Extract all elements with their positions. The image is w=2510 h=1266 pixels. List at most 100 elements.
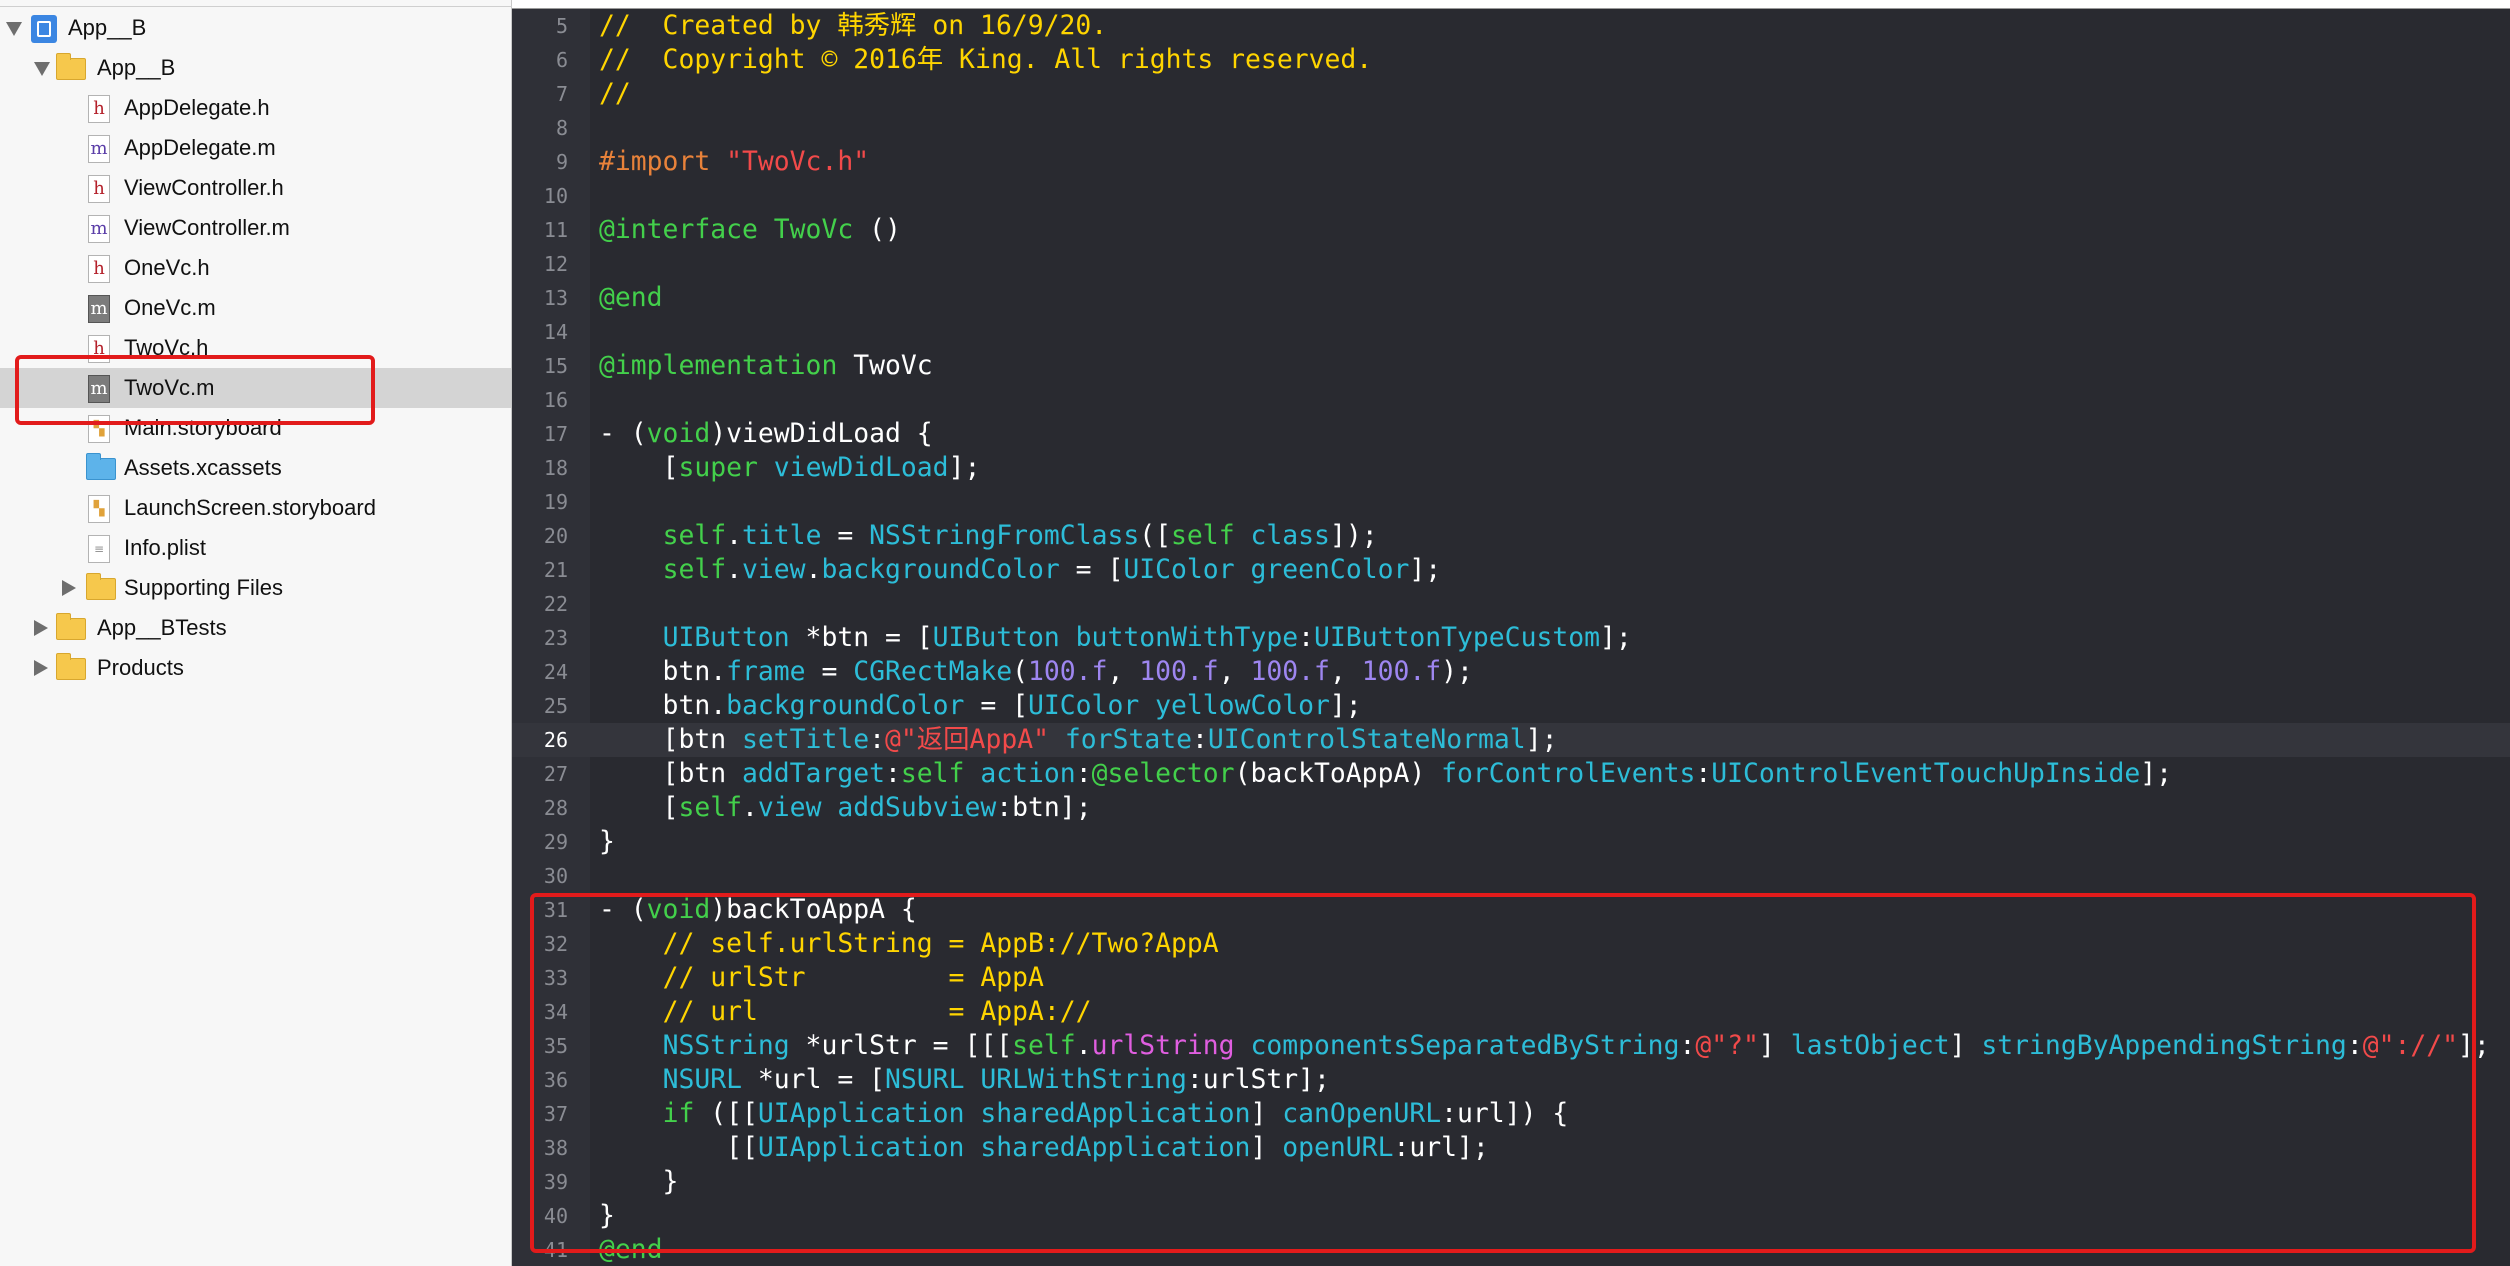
tree-item-label: App__B [97,55,176,80]
code-line[interactable]: 17 - (void)viewDidLoad { [512,417,2510,451]
line-number: 17 [543,422,568,446]
code-line[interactable]: 9 #import "TwoVc.h" [512,145,2510,179]
code-token: :btn]; [996,792,1092,823]
code-line[interactable]: 26 [btn setTitle:@"返回AppA" forState:UICo… [512,723,2510,757]
code-token: addTarget [742,758,885,789]
code-line[interactable]: 29} [512,825,2510,859]
code-line[interactable]: 8 [512,111,2510,145]
objc-file-icon: m [88,135,110,163]
code-token: // Copyright © 2016年 King. All rights re… [599,44,1373,75]
code-line[interactable]: 22 [512,587,2510,621]
tree-row[interactable]: Supporting Files [0,568,511,608]
header-file-icon: h [88,175,110,203]
disclosure-open-icon[interactable] [34,62,50,76]
tree-row[interactable]: m OneVc.m [0,288,511,328]
code-line[interactable]: 14 [512,315,2510,349]
code-token: self [1171,520,1235,551]
code-token: forState [1064,724,1193,755]
method-annotation-box [530,893,2476,1253]
code-text: // Copyright © 2016年 King. All rights re… [599,43,1372,77]
tree-row[interactable]: Assets.xcassets [0,448,511,488]
line-number: 18 [543,456,568,480]
code-text: btn.frame = CGRectMake(100.f, 100.f, 100… [599,655,1473,689]
tree-row[interactable]: ≡ Info.plist [0,528,511,568]
disclosure-closed-icon[interactable] [62,580,76,596]
line-number: 27 [543,762,568,786]
code-line[interactable]: 27 [btn addTarget:self action:@selector(… [512,757,2510,791]
code-token: // Created by 韩秀辉 on 16/9/20. [599,10,1108,41]
code-line[interactable]: 30 [512,859,2510,893]
code-line[interactable]: 6 // Copyright © 2016年 King. All rights r… [512,43,2510,77]
code-token: )viewDidLoad { [710,418,933,449]
code-text: - (void)viewDidLoad { [599,417,933,451]
code-line[interactable]: 10 [512,179,2510,213]
code-editor[interactable]: 5 // Created by 韩秀辉 on 16/9/20. 6 // Copyri… [512,0,2510,1266]
line-number: 16 [543,388,568,412]
disclosure-closed-icon[interactable] [34,660,48,676]
code-token: self [662,554,727,585]
code-line[interactable]: 19 [512,485,2510,519]
line-number: 25 [543,694,568,718]
code-text: [btn setTitle:@"返回AppA" forState:UIContr… [599,723,1558,757]
line-number: 13 [543,286,568,310]
code-token: (backToAppA) [1234,758,1442,789]
tree-row[interactable]: h ViewController.h [0,168,511,208]
code-line[interactable]: 11 @interface TwoVc () [512,213,2510,247]
storyboard-icon: ▚ [88,495,110,523]
tree-row[interactable]: App__B [0,48,511,88]
code-token: NSStringFromClass [869,520,1140,551]
tree-row[interactable]: h OneVc.h [0,248,511,288]
code-line[interactable]: 15 @implementation TwoVc [512,349,2510,383]
tree-item-label: App__BTests [97,615,227,640]
tree-row[interactable]: h AppDelegate.h [0,88,511,128]
code-line[interactable]: 28 [self.view addSubview:btn]; [512,791,2510,825]
code-token: view [757,792,822,823]
code-text: [btn addTarget:self action:@selector(bac… [599,757,2172,791]
code-line[interactable]: 5 // Created by 韩秀辉 on 16/9/20. [512,9,2510,43]
line-number: 8 [555,116,568,140]
code-token: btn. [599,656,727,687]
code-token: , [1329,656,1362,687]
tree-row[interactable]: m ViewController.m [0,208,511,248]
code-text: // [599,77,631,111]
code-line[interactable]: 24 btn.frame = CGRectMake(100.f, 100.f, … [512,655,2510,689]
code-line[interactable]: 13 @end [512,281,2510,315]
line-number: 28 [543,796,568,820]
tree-item-label: Assets.xcassets [124,455,282,480]
code-token: 100.f [1139,656,1219,687]
line-number: 23 [543,626,568,650]
code-token: : [885,758,901,789]
code-token: title [742,520,822,551]
code-text: // Created by 韩秀辉 on 16/9/20. [599,9,1107,43]
code-token: UIColor [1028,690,1140,721]
code-token: . [805,554,822,585]
code-line[interactable]: 16 [512,383,2510,417]
code-line[interactable]: 12 [512,247,2510,281]
code-token: 100.f [1250,656,1330,687]
code-line[interactable]: 18 [super viewDidLoad]; [512,451,2510,485]
disclosure-closed-icon[interactable] [34,620,48,636]
code-token: () [853,214,901,245]
tree-row[interactable]: App__B [0,8,511,48]
code-token: = [ [1059,554,1124,585]
code-line[interactable]: 7 // [512,77,2510,111]
code-line[interactable]: 23 UIButton *btn = [UIButton buttonWithT… [512,621,2510,655]
tree-row[interactable]: Products [0,648,511,688]
code-token: @"返回AppA" [885,724,1050,755]
code-token: #import [599,146,727,177]
navigator-top-edge [0,0,512,7]
line-number: 26 [543,728,568,752]
tree-item-label: AppDelegate.m [124,135,276,160]
tree-row[interactable]: m AppDelegate.m [0,128,511,168]
tree-row[interactable]: ▚ LaunchScreen.storyboard [0,488,511,528]
disclosure-open-icon[interactable] [6,22,22,36]
tree-row[interactable]: App__BTests [0,608,511,648]
code-line[interactable]: 25 btn.backgroundColor = [UIColor yellow… [512,689,2510,723]
folder-icon [56,613,86,640]
code-line[interactable]: 20 self.title = NSStringFromClass([self … [512,519,2510,553]
code-line[interactable]: 21 self.view.backgroundColor = [UIColor … [512,553,2510,587]
